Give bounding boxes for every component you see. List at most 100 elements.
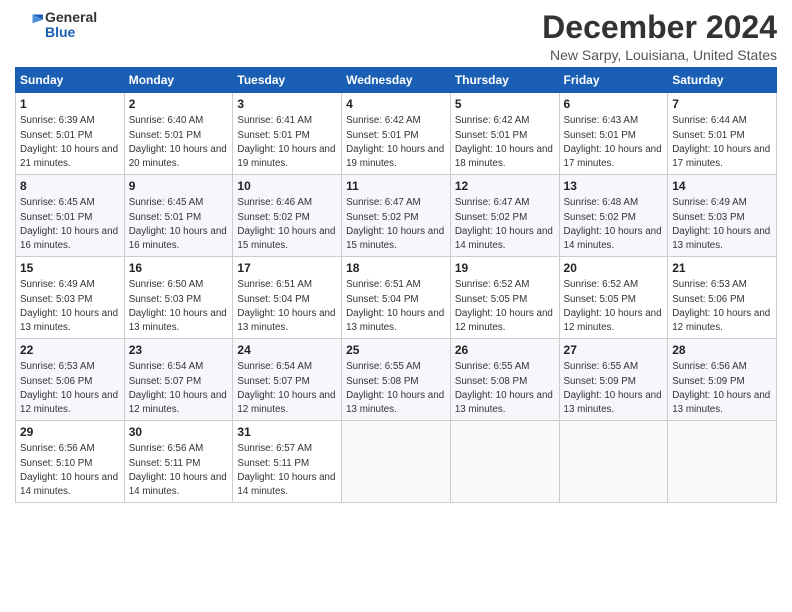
day-number: 24 <box>237 342 337 358</box>
day-cell <box>342 421 451 503</box>
logo-blue: Blue <box>45 25 97 40</box>
day-info: Sunrise: 6:49 AMSunset: 5:03 PMDaylight:… <box>20 279 118 333</box>
day-info: Sunrise: 6:41 AMSunset: 5:01 PMDaylight:… <box>237 115 335 169</box>
day-cell: 16 Sunrise: 6:50 AMSunset: 5:03 PMDayligh… <box>124 257 233 339</box>
day-number: 19 <box>455 260 555 276</box>
header-cell-saturday: Saturday <box>668 68 777 93</box>
day-number: 23 <box>129 342 229 358</box>
header-cell-thursday: Thursday <box>450 68 559 93</box>
day-number: 12 <box>455 178 555 194</box>
day-cell: 25 Sunrise: 6:55 AMSunset: 5:08 PMDayligh… <box>342 339 451 421</box>
header-cell-wednesday: Wednesday <box>342 68 451 93</box>
day-info: Sunrise: 6:43 AMSunset: 5:01 PMDaylight:… <box>564 115 662 169</box>
day-info: Sunrise: 6:55 AMSunset: 5:08 PMDaylight:… <box>455 361 553 415</box>
day-cell: 5 Sunrise: 6:42 AMSunset: 5:01 PMDaylight… <box>450 93 559 175</box>
day-number: 22 <box>20 342 120 358</box>
day-cell: 12Sunrise: 6:47 AMSunset: 5:02 PMDayligh… <box>450 175 559 257</box>
day-info: Sunrise: 6:52 AMSunset: 5:05 PMDaylight:… <box>455 279 553 333</box>
day-number: 14 <box>672 178 772 194</box>
day-number: 21 <box>672 260 772 276</box>
day-number: 5 <box>455 96 555 112</box>
day-cell: 31 Sunrise: 6:57 AMSunset: 5:11 PMDayligh… <box>233 421 342 503</box>
week-row-2: 8 Sunrise: 6:45 AMSunset: 5:01 PMDaylight… <box>16 175 777 257</box>
day-info: Sunrise: 6:56 AMSunset: 5:11 PMDaylight:… <box>129 443 227 497</box>
day-info: Sunrise: 6:42 AMSunset: 5:01 PMDaylight:… <box>455 115 553 169</box>
day-info: Sunrise: 6:45 AMSunset: 5:01 PMDaylight:… <box>129 197 227 251</box>
day-info: Sunrise: 6:57 AMSunset: 5:11 PMDaylight:… <box>237 443 335 497</box>
day-cell: 18 Sunrise: 6:51 AMSunset: 5:04 PMDayligh… <box>342 257 451 339</box>
day-cell: 30Sunrise: 6:56 AMSunset: 5:11 PMDayligh… <box>124 421 233 503</box>
day-number: 11 <box>346 178 446 194</box>
day-number: 4 <box>346 96 446 112</box>
day-cell: 2 Sunrise: 6:40 AMSunset: 5:01 PMDaylight… <box>124 93 233 175</box>
page-container: General Blue December 2024 New Sarpy, Lo… <box>0 0 792 612</box>
day-number: 31 <box>237 424 337 440</box>
day-number: 26 <box>455 342 555 358</box>
day-info: Sunrise: 6:54 AMSunset: 5:07 PMDaylight:… <box>237 361 335 415</box>
day-info: Sunrise: 6:56 AMSunset: 5:10 PMDaylight:… <box>20 443 118 497</box>
day-cell: 9 Sunrise: 6:45 AMSunset: 5:01 PMDaylight… <box>124 175 233 257</box>
header-cell-tuesday: Tuesday <box>233 68 342 93</box>
day-cell: 28Sunrise: 6:56 AMSunset: 5:09 PMDayligh… <box>668 339 777 421</box>
day-cell: 10Sunrise: 6:46 AMSunset: 5:02 PMDayligh… <box>233 175 342 257</box>
day-cell: 26 Sunrise: 6:55 AMSunset: 5:08 PMDayligh… <box>450 339 559 421</box>
logo-text: General Blue <box>45 10 97 41</box>
day-number: 16 <box>129 260 229 276</box>
day-cell: 23Sunrise: 6:54 AMSunset: 5:07 PMDayligh… <box>124 339 233 421</box>
day-number: 25 <box>346 342 446 358</box>
day-info: Sunrise: 6:53 AMSunset: 5:06 PMDaylight:… <box>20 361 118 415</box>
day-info: Sunrise: 6:40 AMSunset: 5:01 PMDaylight:… <box>129 115 227 169</box>
day-cell: 22 Sunrise: 6:53 AMSunset: 5:06 PMDayligh… <box>16 339 125 421</box>
day-number: 2 <box>129 96 229 112</box>
day-number: 7 <box>672 96 772 112</box>
month-title: December 2024 <box>542 10 777 45</box>
calendar-body: 1 Sunrise: 6:39 AMSunset: 5:01 PMDaylight… <box>16 93 777 503</box>
day-number: 20 <box>564 260 664 276</box>
logo-general: General <box>45 10 97 25</box>
day-info: Sunrise: 6:51 AMSunset: 5:04 PMDaylight:… <box>237 279 335 333</box>
day-cell: 29 Sunrise: 6:56 AMSunset: 5:10 PMDayligh… <box>16 421 125 503</box>
location: New Sarpy, Louisiana, United States <box>542 47 777 63</box>
week-row-4: 22 Sunrise: 6:53 AMSunset: 5:06 PMDayligh… <box>16 339 777 421</box>
day-info: Sunrise: 6:52 AMSunset: 5:05 PMDaylight:… <box>564 279 662 333</box>
title-block: December 2024 New Sarpy, Louisiana, Unit… <box>542 10 777 63</box>
day-number: 3 <box>237 96 337 112</box>
day-cell <box>559 421 668 503</box>
day-number: 18 <box>346 260 446 276</box>
day-info: Sunrise: 6:56 AMSunset: 5:09 PMDaylight:… <box>672 361 770 415</box>
day-info: Sunrise: 6:39 AMSunset: 5:01 PMDaylight:… <box>20 115 118 169</box>
day-cell: 24 Sunrise: 6:54 AMSunset: 5:07 PMDayligh… <box>233 339 342 421</box>
day-cell <box>668 421 777 503</box>
day-cell: 4 Sunrise: 6:42 AMSunset: 5:01 PMDaylight… <box>342 93 451 175</box>
day-info: Sunrise: 6:55 AMSunset: 5:08 PMDaylight:… <box>346 361 444 415</box>
day-number: 6 <box>564 96 664 112</box>
day-number: 29 <box>20 424 120 440</box>
header-cell-friday: Friday <box>559 68 668 93</box>
day-cell <box>450 421 559 503</box>
day-info: Sunrise: 6:42 AMSunset: 5:01 PMDaylight:… <box>346 115 444 169</box>
header-cell-monday: Monday <box>124 68 233 93</box>
header-row: SundayMondayTuesdayWednesdayThursdayFrid… <box>16 68 777 93</box>
week-row-5: 29 Sunrise: 6:56 AMSunset: 5:10 PMDayligh… <box>16 421 777 503</box>
day-info: Sunrise: 6:49 AMSunset: 5:03 PMDaylight:… <box>672 197 770 251</box>
day-cell: 20 Sunrise: 6:52 AMSunset: 5:05 PMDayligh… <box>559 257 668 339</box>
header-cell-sunday: Sunday <box>16 68 125 93</box>
day-number: 8 <box>20 178 120 194</box>
day-cell: 21Sunrise: 6:53 AMSunset: 5:06 PMDayligh… <box>668 257 777 339</box>
day-cell: 13 Sunrise: 6:48 AMSunset: 5:02 PMDayligh… <box>559 175 668 257</box>
day-number: 1 <box>20 96 120 112</box>
day-number: 10 <box>237 178 337 194</box>
day-info: Sunrise: 6:48 AMSunset: 5:02 PMDaylight:… <box>564 197 662 251</box>
day-number: 17 <box>237 260 337 276</box>
day-info: Sunrise: 6:55 AMSunset: 5:09 PMDaylight:… <box>564 361 662 415</box>
day-cell: 7Sunrise: 6:44 AMSunset: 5:01 PMDaylight… <box>668 93 777 175</box>
day-number: 9 <box>129 178 229 194</box>
day-number: 27 <box>564 342 664 358</box>
week-row-3: 15Sunrise: 6:49 AMSunset: 5:03 PMDayligh… <box>16 257 777 339</box>
day-cell: 15Sunrise: 6:49 AMSunset: 5:03 PMDayligh… <box>16 257 125 339</box>
day-info: Sunrise: 6:51 AMSunset: 5:04 PMDaylight:… <box>346 279 444 333</box>
day-info: Sunrise: 6:50 AMSunset: 5:03 PMDaylight:… <box>129 279 227 333</box>
day-cell: 3 Sunrise: 6:41 AMSunset: 5:01 PMDaylight… <box>233 93 342 175</box>
day-info: Sunrise: 6:45 AMSunset: 5:01 PMDaylight:… <box>20 197 118 251</box>
day-number: 13 <box>564 178 664 194</box>
